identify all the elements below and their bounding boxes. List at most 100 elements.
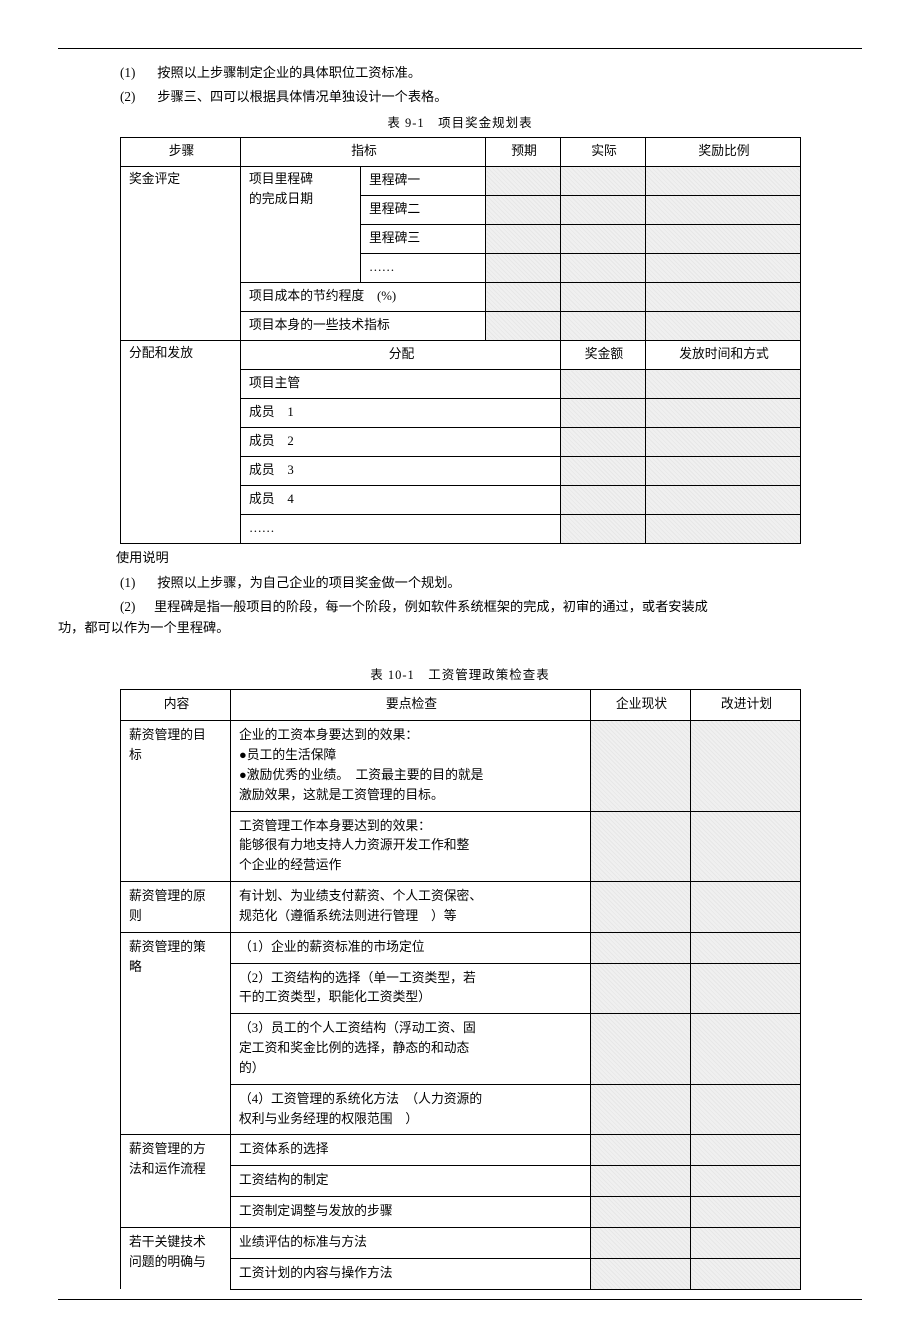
member-cell: 成员 3	[241, 457, 561, 486]
member-cell: 成员 4	[241, 486, 561, 515]
list-marker: (2)	[120, 597, 154, 617]
usage-item-2: (2)里程碑是指一般项目的阶段，每一个阶段，例如软件系统框架的完成，初审的通过，…	[58, 597, 862, 638]
member-cell: 项目主管	[241, 370, 561, 399]
usage-title: 使用说明	[58, 548, 862, 568]
empty-cell	[646, 196, 801, 225]
empty-cell	[591, 1084, 691, 1135]
table-9-1: 步骤 指标 预期 实际 奖励比例 奖金评定 项目里程碑 的完成日期 里程碑一 里…	[120, 137, 801, 544]
col-actual: 实际	[561, 138, 646, 167]
empty-cell	[646, 167, 801, 196]
empty-cell	[691, 1135, 801, 1166]
empty-cell	[691, 932, 801, 963]
empty-cell	[591, 1227, 691, 1258]
empty-cell	[561, 428, 646, 457]
empty-cell	[646, 312, 801, 341]
empty-cell	[646, 515, 801, 544]
member-cell: 成员 1	[241, 399, 561, 428]
indicator-cell: 项目成本的节约程度 (%)	[241, 283, 486, 312]
empty-cell	[561, 486, 646, 515]
empty-cell	[561, 515, 646, 544]
check-cell: 企业的工资本身要达到的效果： ●员工的生活保障 ●激励优秀的业绩。 工资最主要的…	[231, 721, 591, 811]
text: 的）	[239, 1059, 584, 1079]
text: 项目里程碑	[249, 172, 313, 186]
empty-cell	[691, 721, 801, 811]
table-10-1: 内容 要点检查 企业现状 改进计划 薪资管理的目 标 企业的工资本身要达到的效果…	[120, 689, 801, 1289]
table-row: 薪资管理的策 略 （1）企业的薪资标准的市场定位	[121, 932, 801, 963]
list-text: 功，都可以作为一个里程碑。	[58, 620, 229, 635]
list-marker: (1)	[120, 63, 154, 83]
text: （2）工资结构的选择（单一工资类型，若	[239, 969, 584, 989]
list-text: 里程碑是指一般项目的阶段，每一个阶段，例如软件系统框架的完成，初审的通过，或者安…	[154, 599, 708, 614]
indicator-cell: 项目里程碑 的完成日期	[241, 167, 361, 283]
table-10-caption: 表 10-1 工资管理政策检查表	[58, 666, 862, 685]
empty-cell	[646, 254, 801, 283]
check-cell: 工资制定调整与发放的步骤	[231, 1197, 591, 1228]
alloc-header: 分配	[241, 341, 561, 370]
milestone-cell: ……	[361, 254, 486, 283]
empty-cell	[591, 1258, 691, 1289]
col-status: 企业现状	[591, 690, 691, 721]
section-name: 薪资管理的策 略	[121, 932, 231, 1135]
intro-item-2: (2) 步骤三、四可以根据具体情况单独设计一个表格。	[58, 87, 862, 107]
amount-header: 奖金额	[561, 341, 646, 370]
section-name: 薪资管理的方 法和运作流程	[121, 1135, 231, 1227]
empty-cell	[561, 225, 646, 254]
empty-cell	[591, 1014, 691, 1084]
empty-cell	[646, 225, 801, 254]
empty-cell	[591, 1166, 691, 1197]
empty-cell	[591, 963, 691, 1014]
empty-cell	[486, 283, 561, 312]
text: 能够很有力地支持人力资源开发工作和整	[239, 836, 584, 856]
empty-cell	[561, 167, 646, 196]
col-step: 步骤	[121, 138, 241, 167]
milestone-cell: 里程碑一	[361, 167, 486, 196]
table-9-caption: 表 9-1 项目奖金规划表	[58, 114, 862, 133]
usage-item-1: (1) 按照以上步骤，为自己企业的项目奖金做一个规划。	[58, 573, 862, 593]
table-row: 内容 要点检查 企业现状 改进计划	[121, 690, 801, 721]
table-row: 若干关键技术 问题的明确与 业绩评估的标准与方法	[121, 1227, 801, 1258]
text: 个企业的经营运作	[239, 856, 584, 876]
empty-cell	[486, 167, 561, 196]
step-cell: 奖金评定	[121, 167, 241, 341]
table-row: 奖金评定 项目里程碑 的完成日期 里程碑一	[121, 167, 801, 196]
text: 企业的工资本身要达到的效果：	[239, 726, 584, 746]
text: 干的工资类型，职能化工资类型）	[239, 988, 584, 1008]
section-name: 薪资管理的目 标	[121, 721, 231, 882]
indicator-cell: 项目本身的一些技术指标	[241, 312, 486, 341]
check-cell: （3）员工的个人工资结构（浮动工资、固 定工资和奖金比例的选择，静态的和动态 的…	[231, 1014, 591, 1084]
empty-cell	[561, 283, 646, 312]
milestone-cell: 里程碑二	[361, 196, 486, 225]
member-cell: 成员 2	[241, 428, 561, 457]
empty-cell	[691, 882, 801, 933]
empty-cell	[646, 428, 801, 457]
text: 若干关键技术	[129, 1235, 206, 1249]
list-text: 按照以上步骤，为自己企业的项目奖金做一个规划。	[157, 575, 460, 590]
empty-cell	[646, 457, 801, 486]
text: 的完成日期	[249, 192, 313, 206]
text: 问题的明确与	[129, 1255, 206, 1269]
check-cell: （2）工资结构的选择（单一工资类型，若 干的工资类型，职能化工资类型）	[231, 963, 591, 1014]
text: 规范化（遵循系统法则进行管理 ）等	[239, 907, 584, 927]
step-cell: 分配和发放	[121, 341, 241, 544]
intro-item-1: (1) 按照以上步骤制定企业的具体职位工资标准。	[58, 63, 862, 83]
text: 标	[129, 748, 142, 762]
check-cell: 有计划、为业绩支付薪资、个人工资保密、 规范化（遵循系统法则进行管理 ）等	[231, 882, 591, 933]
empty-cell	[691, 811, 801, 881]
col-ratio: 奖励比例	[646, 138, 801, 167]
table-row: 薪资管理的方 法和运作流程 工资体系的选择	[121, 1135, 801, 1166]
text: 法和运作流程	[129, 1162, 206, 1176]
list-marker: (2)	[120, 87, 154, 107]
empty-cell	[646, 399, 801, 428]
text: 薪资管理的方	[129, 1142, 206, 1156]
col-check: 要点检查	[231, 690, 591, 721]
empty-cell	[561, 254, 646, 283]
milestone-cell: 里程碑三	[361, 225, 486, 254]
text: 薪资管理的原	[129, 889, 206, 903]
table-row: 步骤 指标 预期 实际 奖励比例	[121, 138, 801, 167]
col-plan: 改进计划	[691, 690, 801, 721]
empty-cell	[591, 721, 691, 811]
empty-cell	[691, 1166, 801, 1197]
member-cell: ……	[241, 515, 561, 544]
text: 则	[129, 909, 142, 923]
empty-cell	[561, 196, 646, 225]
